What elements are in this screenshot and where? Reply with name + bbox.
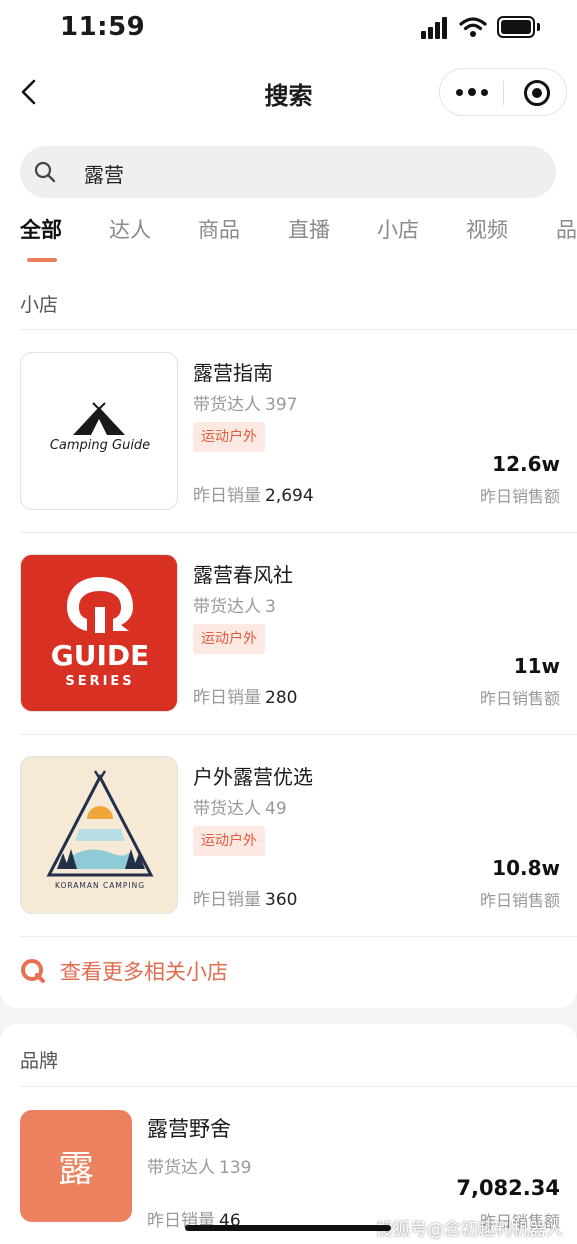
search-icon xyxy=(34,161,56,183)
q-search-icon xyxy=(21,959,45,983)
brand-logo: 露 xyxy=(20,1110,132,1222)
home-indicator xyxy=(185,1225,391,1231)
shop-name: 露营指南 xyxy=(193,361,273,385)
shop-sales-amount: 10.8w xyxy=(492,856,560,880)
target-icon[interactable] xyxy=(524,80,550,106)
more-dots-icon[interactable] xyxy=(440,69,504,115)
shop-sales: 昨日销量 360 xyxy=(193,890,298,910)
brand-creators: 带货达人 139 xyxy=(147,1158,252,1178)
tab-videos[interactable]: 视频 xyxy=(466,214,508,244)
brand-sales-amount: 7,082.34 xyxy=(456,1176,560,1200)
divider xyxy=(20,1086,577,1087)
more-shops-text: 查看更多相关小店 xyxy=(60,960,228,984)
shop-logo-text: Camping Guide xyxy=(50,438,150,453)
nav-bar: 搜索 xyxy=(0,64,577,120)
shop-sales-amount: 11w xyxy=(513,654,560,678)
shop-logo-text: GUIDE xyxy=(51,639,150,672)
shop-logo-subtext: SERIES xyxy=(65,674,134,689)
shop-logo: GUIDE SERIES xyxy=(20,554,178,712)
divider xyxy=(20,936,577,937)
shop-item[interactable]: KORAMAN CAMPING 户外露营优选 带货达人 49 运动户外 昨日销量 3… xyxy=(0,734,577,936)
brand-name: 露营野舍 xyxy=(147,1117,231,1141)
shop-amount-label: 昨日销售额 xyxy=(479,689,560,708)
tab-all[interactable]: 全部 xyxy=(20,214,62,244)
shop-creators: 带货达人 3 xyxy=(193,597,276,617)
shop-logo: Camping Guide xyxy=(20,352,178,510)
shop-category-tag: 运动户外 xyxy=(193,624,265,654)
search-query: 露营 xyxy=(84,163,124,187)
shop-sales: 昨日销量 2,694 xyxy=(193,486,314,506)
tab-creators[interactable]: 达人 xyxy=(109,214,151,244)
shop-name: 户外露营优选 xyxy=(193,765,313,789)
shop-logo-text: KORAMAN CAMPING xyxy=(55,881,145,890)
capsule-divider xyxy=(503,81,504,105)
watermark: 搜狐号@念初趣利机器人 xyxy=(376,1220,563,1240)
tab-products[interactable]: 商品 xyxy=(198,214,240,244)
shop-sales: 昨日销量 280 xyxy=(193,688,298,708)
shop-creators: 带货达人 49 xyxy=(193,799,287,819)
shops-card: 小店 Camping Guide 露营指南 带货达人 397 运动户外 昨日销量 2… xyxy=(0,262,577,1008)
koraman-camping-logo: KORAMAN CAMPING xyxy=(21,757,177,913)
battery-icon xyxy=(497,16,541,38)
tab-live[interactable]: 直播 xyxy=(288,214,330,244)
status-bar: 11:59 xyxy=(0,0,577,56)
shop-item[interactable]: GUIDE SERIES 露营春风社 带货达人 3 运动户外 昨日销量 280 11… xyxy=(0,532,577,734)
section-title: 品牌 xyxy=(20,1050,59,1072)
shop-logo: KORAMAN CAMPING xyxy=(20,756,178,914)
search-input[interactable]: 露营 xyxy=(20,146,556,198)
shop-category-tag: 运动户外 xyxy=(193,422,265,452)
guide-series-logo: GUIDE SERIES xyxy=(21,555,177,711)
status-time: 11:59 xyxy=(60,12,146,42)
section-title: 小店 xyxy=(20,294,59,316)
shop-name: 露营春风社 xyxy=(193,563,293,587)
shop-creators: 带货达人 397 xyxy=(193,395,298,415)
tab-brands[interactable]: 品 xyxy=(556,214,577,244)
signal-icon xyxy=(421,17,451,39)
shop-amount-label: 昨日销售额 xyxy=(479,487,560,506)
shop-category-tag: 运动户外 xyxy=(193,826,265,856)
tab-shops[interactable]: 小店 xyxy=(377,214,419,244)
wifi-icon xyxy=(459,17,487,37)
shop-sales-amount: 12.6w xyxy=(492,452,560,476)
mini-program-capsule xyxy=(439,68,567,116)
top-area: 11:59 搜索 露营 全部 达人 商品 直播 小店 视频 品 xyxy=(0,0,577,262)
brands-card: 品牌 露 露营野舍 带货达人 139 昨日销量 46 7,082.34 昨日销售额 xyxy=(0,1024,577,1244)
shop-amount-label: 昨日销售额 xyxy=(479,891,560,910)
camping-tent-logo: Camping Guide xyxy=(50,402,150,453)
category-tabs: 全部 达人 商品 直播 小店 视频 品 xyxy=(0,214,577,262)
shop-item[interactable]: Camping Guide 露营指南 带货达人 397 运动户外 昨日销量 2,69… xyxy=(0,330,577,532)
